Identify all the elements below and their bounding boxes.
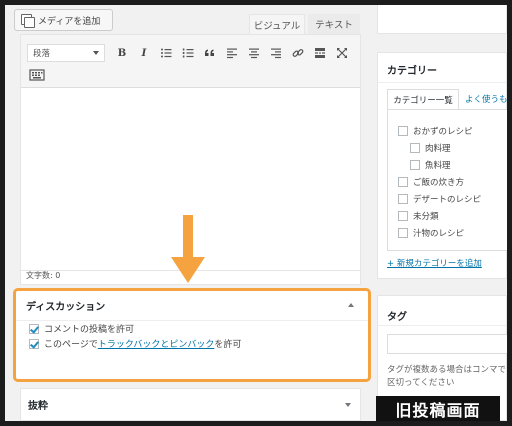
allow-pings-row: このページで トラックバックとピンバック を許可 (16, 336, 368, 351)
link-icon[interactable] (291, 46, 305, 60)
category-checkbox[interactable] (398, 227, 408, 238)
discussion-header[interactable]: ディスカッション (16, 291, 368, 321)
category-checkbox[interactable] (410, 142, 420, 153)
trackback-link[interactable]: トラックバックとピンバック (98, 337, 215, 350)
excerpt-box[interactable]: 抜粋 (20, 388, 361, 421)
numbered-list-icon[interactable] (181, 46, 195, 60)
bullet-list-icon[interactable] (159, 46, 173, 60)
media-icon (21, 14, 35, 28)
read-more-icon[interactable] (313, 46, 327, 60)
bold-icon[interactable]: B (115, 46, 129, 60)
category-item: 未分類 (388, 207, 507, 224)
excerpt-title: 抜粋 (28, 401, 48, 412)
allow-comments-label: コメントの投稿を許可 (44, 325, 135, 335)
publish-box-edge (377, 5, 507, 34)
format-select-value: 段落 (33, 49, 51, 59)
arrow-down-icon (171, 215, 205, 283)
category-item: 肉料理 (388, 139, 507, 156)
category-checkbox[interactable] (410, 159, 420, 170)
category-checkbox[interactable] (398, 210, 408, 221)
word-count: 文字数: 0 (26, 271, 61, 280)
categories-tabs: カテゴリー一覧 よく使うも (378, 89, 507, 109)
category-checklist: おかずのレシピ 肉料理 魚料理 ご飯の炊き方 デザートのレシピ 未分類 汁物のレ… (387, 109, 507, 251)
blockquote-icon[interactable] (203, 46, 217, 60)
align-right-icon[interactable] (269, 46, 283, 60)
discussion-box: ディスカッション コメントの投稿を許可 このページで トラックバックとピンバックを… (13, 288, 371, 382)
tag-input[interactable] (387, 334, 507, 354)
category-item: デザートのレシピ (388, 190, 507, 207)
category-label: 魚料理 (425, 160, 451, 171)
tag-help-text: タグが複数ある場合はコンマで区切ってください (387, 365, 507, 388)
toolbar-toggle-icon[interactable] (29, 68, 45, 82)
format-select[interactable]: 段落 (27, 44, 105, 62)
allow-comments-row: コメントの投稿を許可 (16, 321, 368, 336)
collapse-toggle-icon[interactable] (348, 303, 354, 307)
tab-all-categories[interactable]: カテゴリー一覧 (387, 89, 459, 109)
allow-pings-checkbox[interactable] (29, 338, 39, 349)
fullscreen-icon[interactable] (335, 46, 349, 60)
category-checkbox[interactable] (398, 193, 408, 204)
allow-pings-suffix: を許可 (214, 340, 242, 350)
italic-icon[interactable]: I (137, 46, 151, 60)
screen-caption: 旧投稿画面 (376, 396, 500, 421)
tab-text[interactable]: テキスト (308, 14, 360, 34)
category-item: 魚料理 (388, 156, 507, 173)
category-label: 汁物のレシピ (413, 228, 465, 239)
add-media-button[interactable]: メディアを追加 (14, 9, 113, 31)
tab-popular-categories[interactable]: よく使うも (465, 89, 507, 109)
tags-title: タグ (378, 296, 506, 326)
category-item: ご飯の炊き方 (388, 173, 507, 190)
expand-toggle-icon[interactable] (345, 403, 351, 407)
category-label: デザートのレシピ (413, 194, 482, 205)
align-left-icon[interactable] (225, 46, 239, 60)
chevron-down-icon (93, 51, 99, 55)
add-new-category-link[interactable]: + 新規カテゴリーを追加 (387, 257, 482, 269)
align-center-icon[interactable] (247, 46, 261, 60)
category-checkbox[interactable] (398, 125, 408, 136)
discussion-title: ディスカッション (26, 302, 106, 313)
category-label: 肉料理 (425, 143, 451, 154)
category-item: おかずのレシピ (388, 122, 507, 139)
categories-title: カテゴリー (378, 53, 506, 83)
allow-pings-prefix: このページで (44, 340, 98, 350)
wp-classic-editor-screen: メディアを追加 ビジュアル テキスト 段落 B I 文字数: 0 ディスカッショ… (5, 5, 507, 421)
category-item: 汁物のレシピ (388, 224, 507, 241)
category-label: ご飯の炊き方 (413, 177, 465, 188)
tab-visual[interactable]: ビジュアル (249, 14, 305, 34)
editor-toolbar: 段落 B I (21, 35, 360, 88)
category-label: おかずのレシピ (413, 126, 473, 137)
category-checkbox[interactable] (398, 176, 408, 187)
category-label: 未分類 (413, 211, 439, 222)
add-media-label: メディアを追加 (38, 16, 101, 27)
categories-box: カテゴリー カテゴリー一覧 よく使うも おかずのレシピ 肉料理 魚料理 ご飯の炊… (377, 52, 507, 279)
allow-comments-checkbox[interactable] (29, 323, 39, 334)
